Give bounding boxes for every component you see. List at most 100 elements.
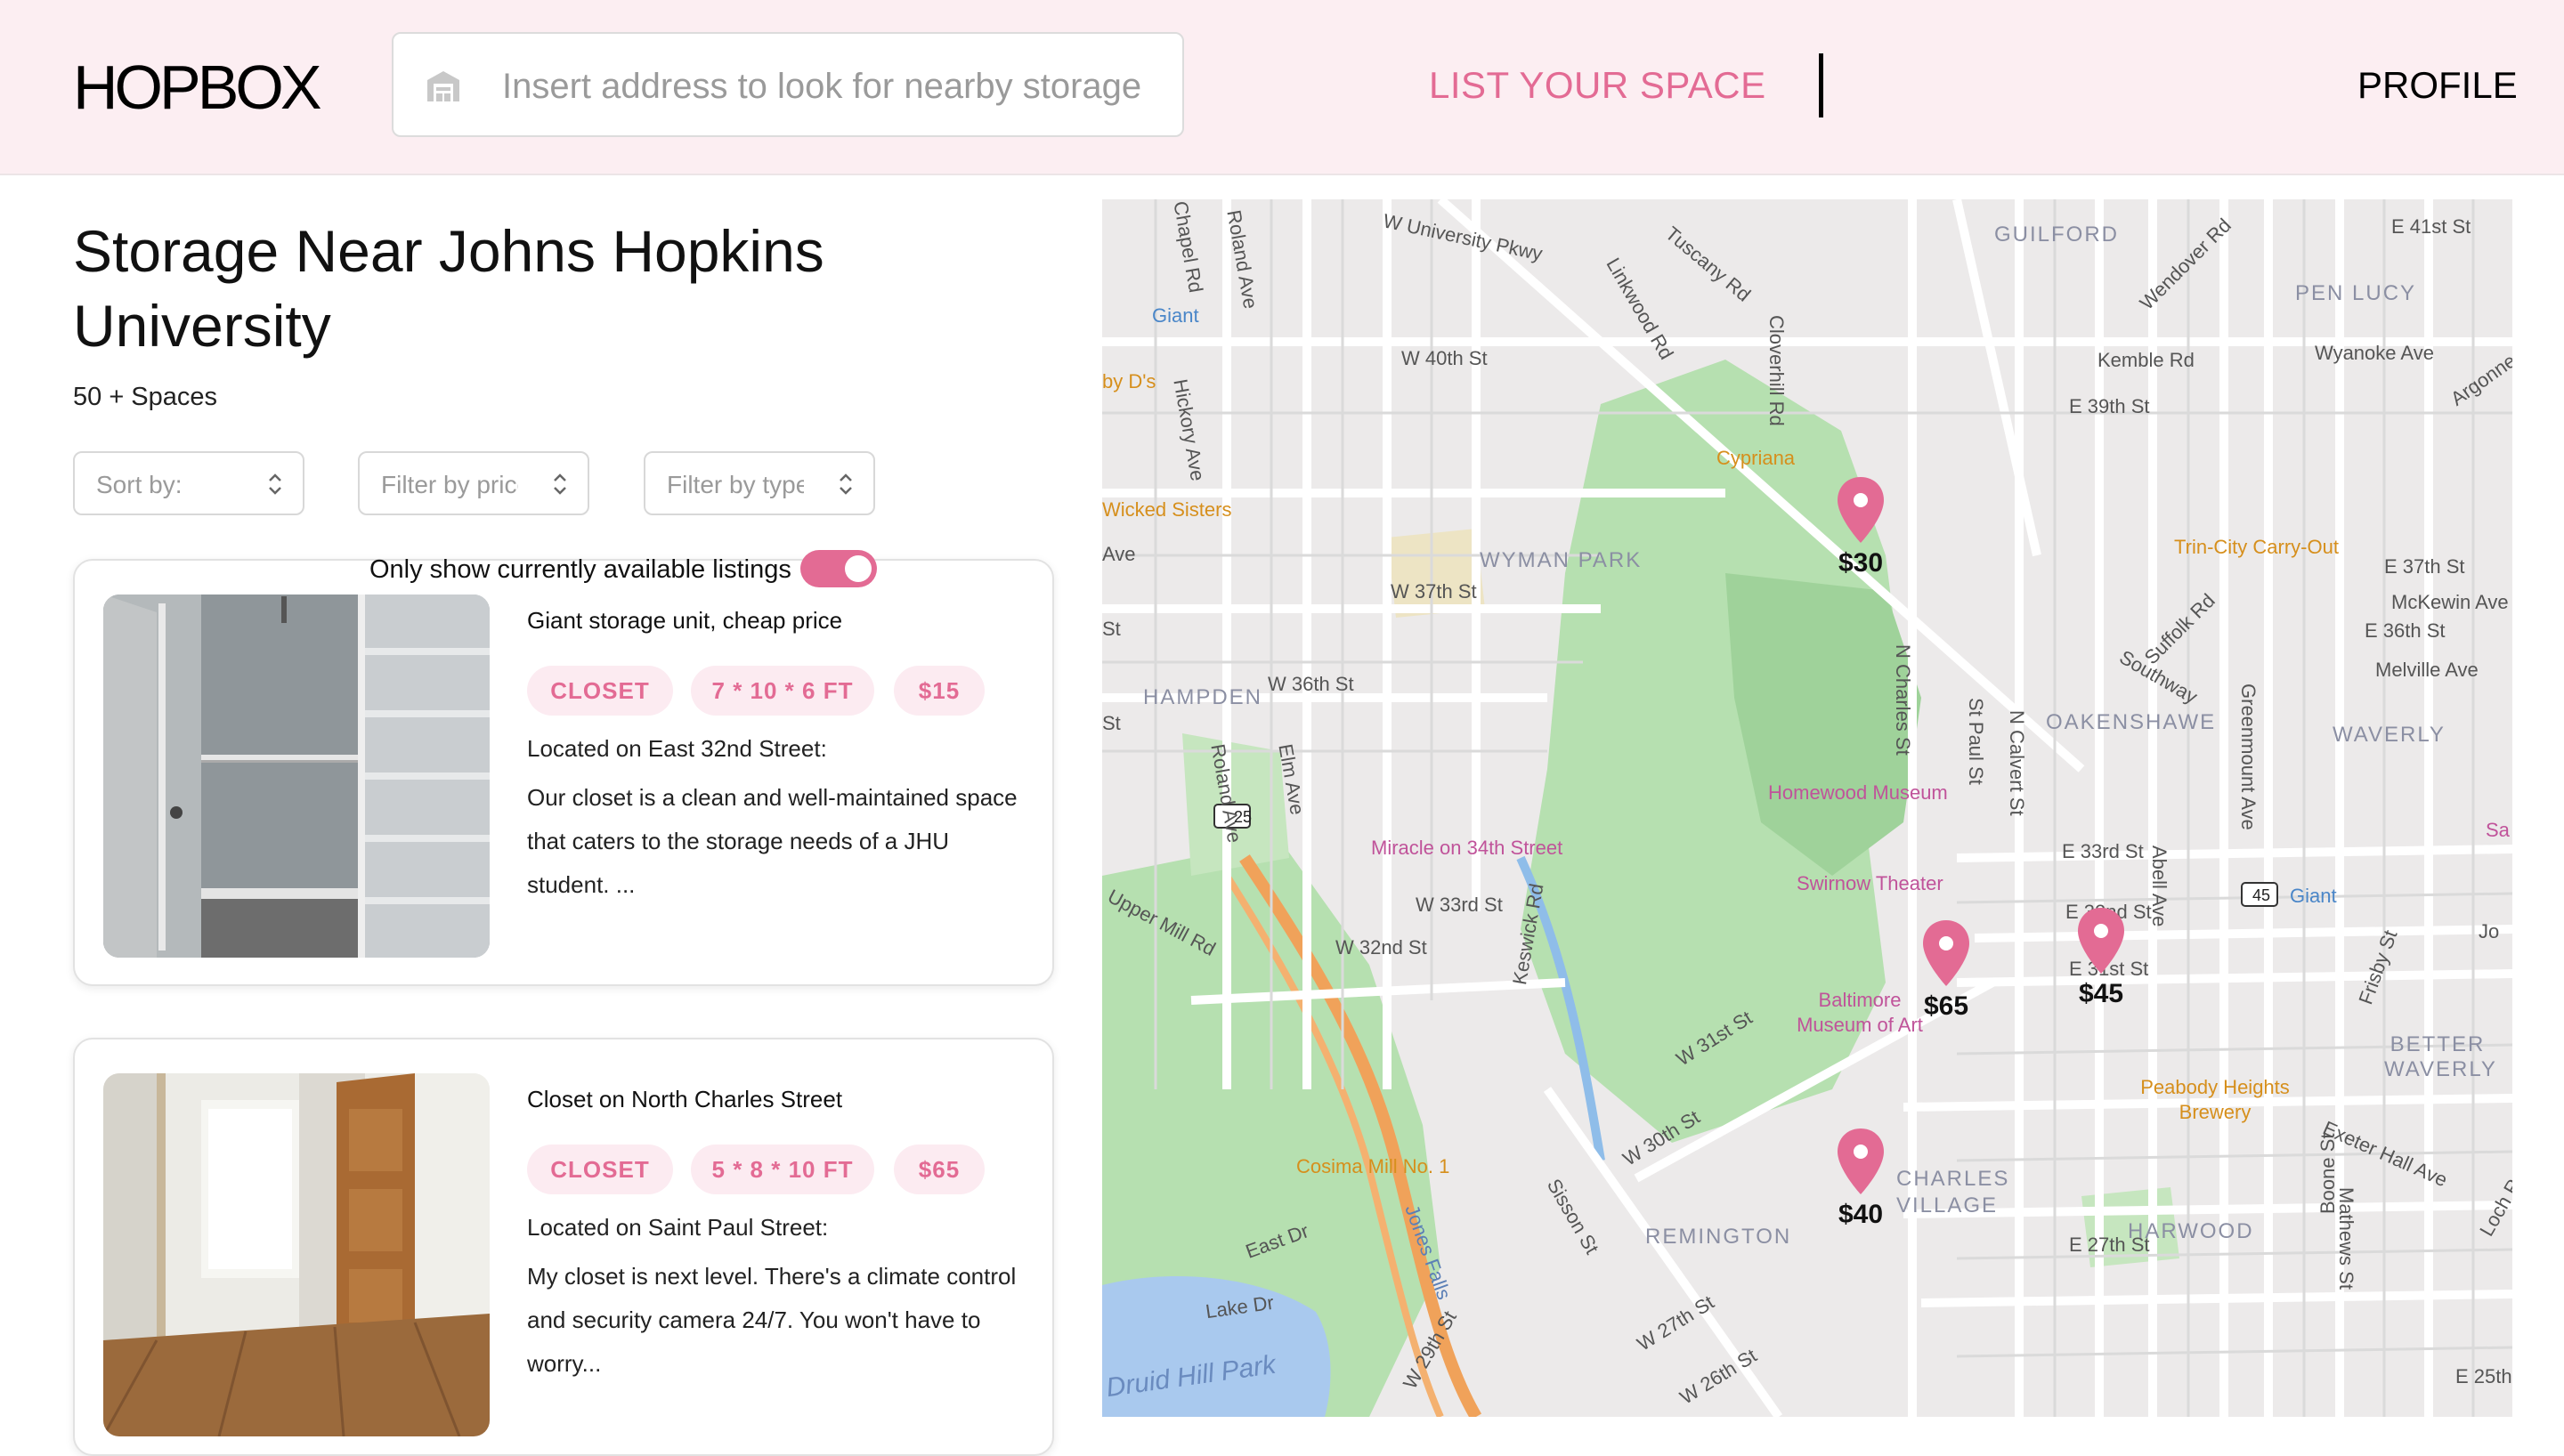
map-poi-label: Wicked Sisters (1102, 498, 1232, 521)
map-poi-label: by D's (1102, 370, 1156, 392)
map-street-label: Ave (1102, 543, 1136, 565)
type-badge: CLOSET (527, 666, 673, 716)
list-your-space-link[interactable]: LIST YOUR SPACE (1429, 64, 1766, 107)
price-filter-select[interactable]: Filter by price (358, 451, 589, 515)
map-pin-icon (2078, 908, 2124, 974)
type-filter-label: Filter by type (667, 471, 804, 498)
map-street-label: N Charles St (1892, 644, 1914, 756)
map-price-pin[interactable]: $30 (1834, 475, 1887, 582)
price-badge: $15 (894, 666, 985, 716)
map-price-pin[interactable]: $40 (1834, 1127, 1887, 1234)
price-filter-label: Filter by price (381, 471, 518, 498)
map-street-label: Abell Ave (2148, 845, 2170, 927)
map-street-label: St (1102, 618, 1121, 640)
map-street-label: E 37th St (2384, 555, 2465, 578)
map-view[interactable]: W University Pkwy Tuscany Rd Linkwood Rd… (1102, 199, 2512, 1417)
map-poi-label: Homewood Museum (1768, 781, 1948, 804)
toggle-knob (845, 555, 872, 582)
map-district-label: OAKENSHAWE (2046, 710, 2217, 734)
map-street-label: St (1102, 712, 1121, 734)
map-poi-label: Giant (2290, 885, 2337, 907)
map-street-label: E 39th St (2069, 395, 2150, 417)
size-badge: 7 * 10 * 6 FT (691, 666, 874, 716)
header-divider (1819, 53, 1823, 117)
map-poi-label: Cosima Mill No. 1 (1296, 1155, 1450, 1177)
map-pin-price: $65 (1923, 991, 1969, 1021)
map-district-label: BETTER WAVERLY (2384, 1032, 2497, 1081)
map-district-label: HAMPDEN (1143, 685, 1263, 709)
map-street-label: W 40th St (1401, 347, 1488, 369)
spaces-count: 50 + Spaces (73, 383, 218, 411)
map-pin-icon (1838, 1128, 1884, 1194)
listing-location: Located on East 32nd Street: (527, 735, 827, 762)
map-street-label: Greenmount Ave (2237, 684, 2260, 830)
map-district-label: GUILFORD (1994, 222, 2120, 247)
map-street-label: E 25th (2455, 1365, 2512, 1387)
storage-unit-icon (426, 68, 461, 103)
availability-toggle-label: Only show currently available listings (369, 555, 791, 584)
map-street-label: E 33rd St (2062, 840, 2144, 862)
listing-card[interactable]: Closet on North Charles Street CLOSET 5 … (73, 1038, 1054, 1456)
map-street-label: W 33rd St (1416, 894, 1503, 916)
top-header: HOPBOX LIST YOUR SPACE PROFILE (0, 0, 2564, 175)
map-poi-label: Sa (2486, 819, 2510, 841)
map-district-label: WYMAN PARK (1480, 548, 1643, 572)
sort-select-label: Sort by: (96, 471, 183, 498)
map-street-label: Kemble Rd (2097, 349, 2195, 371)
map-poi-label: Miracle on 34th Street (1371, 837, 1563, 859)
listing-location: Located on Saint Paul Street: (527, 1214, 829, 1241)
select-chevrons-icon (269, 473, 281, 495)
map-district-label: PEN LUCY (2295, 281, 2417, 305)
map-price-pin[interactable]: $45 (2074, 906, 2128, 1013)
map-poi-label: Swirnow Theater (1797, 872, 1943, 894)
map-price-pin[interactable]: $65 (1919, 918, 1973, 1025)
type-filter-select[interactable]: Filter by type (644, 451, 875, 515)
map-poi-label: Giant (1152, 304, 1199, 327)
listing-photo (103, 1073, 490, 1436)
map-street-label: E 41st St (2391, 215, 2471, 238)
select-chevrons-icon (840, 473, 852, 495)
map-district-label: WAVERLY (2333, 723, 2446, 747)
address-search-bar[interactable] (392, 32, 1184, 137)
size-badge: 5 * 8 * 10 FT (691, 1145, 874, 1194)
map-street-label: McKewin Ave (2391, 591, 2509, 613)
map-district-label: HARWOOD (2128, 1219, 2254, 1243)
map-pin-icon (1838, 477, 1884, 543)
route-number: 25 (1233, 808, 1253, 826)
map-poi-label: Cypriana (1716, 447, 1796, 469)
map-street-label: Melville Ave (2375, 659, 2479, 681)
map-street-label: W 32nd St (1335, 936, 1427, 959)
map-pin-price: $30 (1838, 548, 1884, 578)
map-street-label: Cloverhill Rd (1765, 315, 1788, 426)
listing-title: Giant storage unit, cheap price (527, 607, 843, 634)
map-base (1102, 199, 2512, 1417)
map-poi-label: Peabody Heights Brewery (2140, 1076, 2290, 1123)
map-street-label: E 36th St (2365, 619, 2446, 642)
page-title: Storage Near Johns Hopkins University (73, 218, 824, 359)
route-number: 45 (2252, 886, 2271, 904)
listing-title: Closet on North Charles Street (527, 1086, 843, 1112)
map-street-label: N Calvert St (2006, 710, 2028, 816)
listing-description: Our closet is a clean and well-maintaine… (527, 784, 1018, 898)
hopbox-logo[interactable]: HOPBOX (73, 52, 322, 123)
map-pin-price: $40 (1838, 1200, 1884, 1229)
profile-link[interactable]: PROFILE (2357, 64, 2518, 107)
map-street-label: Mathews St (2335, 1187, 2357, 1290)
map-street-label: W 37th St (1391, 580, 1477, 603)
price-badge: $65 (894, 1145, 985, 1194)
map-district-label: REMINGTON (1645, 1225, 1792, 1249)
map-district-label: CHARLES VILLAGE (1896, 1167, 2010, 1217)
type-badge: CLOSET (527, 1145, 673, 1194)
map-street-label: Wyanoke Ave (2315, 342, 2434, 364)
availability-toggle[interactable] (800, 550, 877, 587)
listing-description: My closet is next level. There's a clima… (527, 1263, 1017, 1377)
map-pin-price: $45 (2078, 979, 2124, 1008)
map-pin-icon (1923, 920, 1969, 986)
select-chevrons-icon (554, 473, 566, 495)
address-search-input[interactable] (500, 57, 1163, 116)
map-poi-label: Trin-City Carry-Out (2174, 536, 2339, 558)
listing-card[interactable]: Giant storage unit, cheap price CLOSET 7… (73, 559, 1054, 986)
map-street-label: W 36th St (1268, 673, 1354, 695)
sort-select[interactable]: Sort by: (73, 451, 304, 515)
map-street-label: Jo (2479, 920, 2500, 942)
